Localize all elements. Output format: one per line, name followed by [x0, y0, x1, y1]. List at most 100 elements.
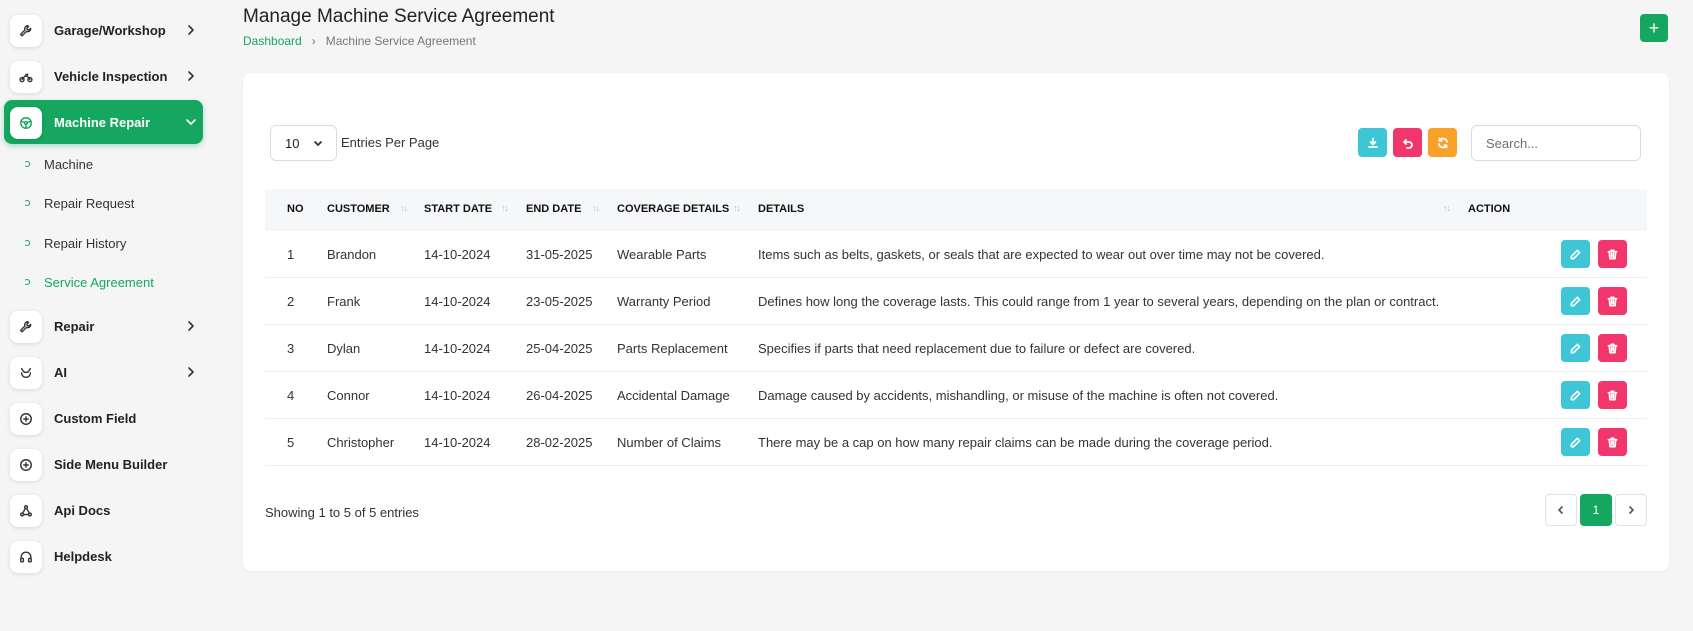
entries-per-page-select[interactable]: 10 [270, 125, 337, 161]
breadcrumb-dashboard-link[interactable]: Dashboard [243, 34, 302, 48]
sidebar: Garage/Workshop Vehicle Inspection Machi… [0, 0, 210, 631]
delete-button[interactable] [1598, 381, 1627, 409]
column-header-start-date[interactable]: START DATE [424, 203, 492, 215]
cell-coverage-details: Warranty Period [617, 294, 711, 309]
table-header: NO CUSTOMER ↑↓ START DATE ↑↓ END DATE ↑↓… [265, 189, 1647, 231]
sidebar-item-vehicle-inspection[interactable]: Vehicle Inspection [4, 54, 203, 98]
sidebar-item-label: Garage/Workshop [54, 22, 166, 38]
refresh-icon [1437, 137, 1448, 148]
column-header-no[interactable]: NO [287, 203, 304, 215]
breadcrumb: Dashboard › Machine Service Agreement [243, 34, 476, 48]
sort-icon[interactable]: ↑↓ [400, 203, 408, 213]
api-icon [10, 495, 42, 527]
search-input[interactable] [1471, 125, 1641, 161]
sidebar-subitem-label: Machine [44, 156, 94, 172]
edit-button[interactable] [1561, 334, 1590, 362]
cell-start-date: 14-10-2024 [424, 435, 491, 450]
refresh-button[interactable] [1428, 128, 1457, 157]
ai-icon [10, 357, 42, 389]
sidebar-subitem-service-agreement[interactable]: Service Agreement [24, 271, 154, 293]
pencil-icon [1570, 249, 1581, 259]
cell-end-date: 26-04-2025 [526, 388, 593, 403]
chevron-down-icon [312, 137, 324, 149]
edit-button[interactable] [1561, 428, 1590, 456]
sidebar-item-garage-workshop[interactable]: Garage/Workshop [4, 8, 203, 52]
cell-start-date: 14-10-2024 [424, 247, 491, 262]
sidebar-item-custom-field[interactable]: Custom Field [4, 396, 203, 440]
cell-customer: Frank [327, 294, 361, 309]
table-row: 3 Dylan 14-10-2024 25-04-2025 Parts Repl… [265, 325, 1647, 372]
cell-no: 1 [287, 247, 295, 262]
cell-details: Defines how long the coverage lasts. Thi… [758, 294, 1440, 309]
sort-icon[interactable]: ↑↓ [1443, 203, 1451, 213]
cell-coverage-details: Parts Replacement [617, 341, 728, 356]
sidebar-item-machine-repair[interactable]: Machine Repair [4, 100, 203, 144]
chevron-right-icon [184, 23, 198, 37]
column-header-coverage-details[interactable]: COVERAGE DETAILS [617, 203, 729, 215]
delete-button[interactable] [1598, 334, 1627, 362]
table-row: 5 Christopher 14-10-2024 28-02-2025 Numb… [265, 419, 1647, 466]
chevron-right-icon: › [311, 34, 316, 48]
trash-icon [1607, 437, 1618, 447]
wrench-icon [10, 15, 42, 47]
trash-icon [1607, 343, 1618, 353]
sidebar-item-ai[interactable]: AI [4, 350, 203, 394]
plus-circle-icon [10, 403, 42, 435]
column-header-end-date[interactable]: END DATE [526, 203, 581, 215]
sidebar-subitem-repair-request[interactable]: Repair Request [24, 192, 134, 214]
cell-coverage-details: Number of Claims [617, 435, 722, 450]
undo-icon [1402, 138, 1413, 149]
delete-button[interactable] [1598, 240, 1627, 268]
delete-button[interactable] [1598, 287, 1627, 315]
cell-customer: Christopher [327, 435, 395, 450]
download-icon [1367, 137, 1378, 148]
column-header-details[interactable]: DETAILS [758, 203, 804, 215]
wrench-icon [10, 311, 42, 343]
add-button[interactable]: + [1640, 14, 1668, 42]
edit-button[interactable] [1561, 240, 1590, 268]
sidebar-item-api-docs[interactable]: Api Docs [4, 488, 203, 532]
sidebar-item-label: Helpdesk [54, 548, 112, 564]
pagination-summary: Showing 1 to 5 of 5 entries [265, 505, 419, 520]
sidebar-item-helpdesk[interactable]: Helpdesk [4, 534, 203, 578]
sidebar-item-repair[interactable]: Repair [4, 304, 203, 348]
cell-coverage-details: Accidental Damage [617, 388, 730, 403]
content-card: 10 Entries Per Page NO CUSTOMER ↑↓ START… [243, 73, 1669, 571]
edit-button[interactable] [1561, 287, 1590, 315]
entries-per-page-label: Entries Per Page [341, 135, 440, 150]
chevron-left-icon [1557, 505, 1564, 515]
sidebar-item-label: Repair [54, 318, 95, 334]
pencil-icon [1570, 296, 1581, 306]
cell-no: 5 [287, 435, 295, 450]
table-row: 2 Frank 14-10-2024 23-05-2025 Warranty P… [265, 278, 1647, 325]
sort-icon[interactable]: ↑↓ [501, 203, 509, 213]
pagination-prev-button[interactable] [1545, 494, 1577, 526]
pagination-next-button[interactable] [1615, 494, 1647, 526]
sidebar-item-label: Side Menu Builder [54, 456, 168, 472]
cell-details: Items such as belts, gaskets, or seals t… [758, 247, 1325, 262]
page-title: Manage Machine Service Agreement [243, 6, 555, 27]
reset-button[interactable] [1393, 128, 1422, 157]
bullet-icon [24, 240, 30, 246]
cell-no: 4 [287, 388, 295, 403]
sort-icon[interactable]: ↑↓ [592, 203, 600, 213]
sidebar-item-label: Vehicle Inspection [54, 68, 168, 84]
cell-end-date: 28-02-2025 [526, 435, 593, 450]
export-button[interactable] [1358, 128, 1387, 157]
pagination-page-button[interactable]: 1 [1580, 494, 1612, 526]
edit-button[interactable] [1561, 381, 1590, 409]
sidebar-item-label: Machine Repair [54, 114, 151, 130]
cell-details: Damage caused by accidents, mishandling,… [758, 388, 1279, 403]
sidebar-item-side-menu-builder[interactable]: Side Menu Builder [4, 442, 203, 486]
chevron-down-icon [184, 115, 198, 129]
column-header-customer[interactable]: CUSTOMER [327, 203, 390, 215]
sidebar-subitem-label: Repair Request [44, 195, 135, 211]
delete-button[interactable] [1598, 428, 1627, 456]
sort-icon[interactable]: ↑↓ [733, 203, 741, 213]
breadcrumb-current: Machine Service Agreement [325, 34, 476, 48]
sidebar-subitem-machine[interactable]: Machine [24, 153, 93, 175]
sidebar-item-label: Api Docs [54, 502, 111, 518]
table-row: 4 Connor 14-10-2024 26-04-2025 Accidenta… [265, 372, 1647, 419]
sidebar-subitem-repair-history[interactable]: Repair History [24, 232, 126, 254]
sidebar-subitem-label: Repair History [44, 235, 127, 251]
